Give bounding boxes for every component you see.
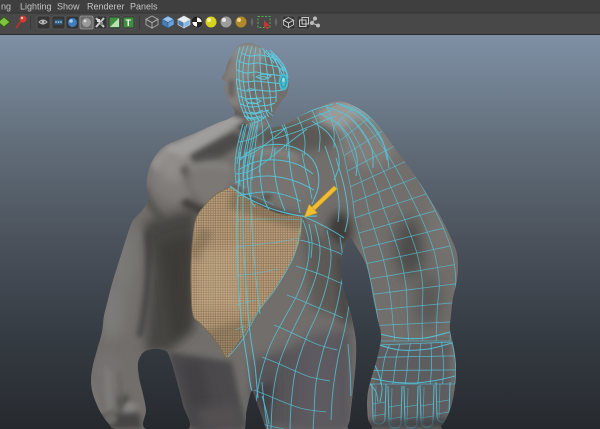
svg-text:ng: ng [1,2,11,12]
svg-text:Panels: Panels [130,2,158,12]
svg-text:Renderer: Renderer [87,2,125,12]
svg-text:Show: Show [57,2,80,12]
svg-text:Lighting: Lighting [20,2,52,12]
svg-text:T: T [126,18,132,28]
